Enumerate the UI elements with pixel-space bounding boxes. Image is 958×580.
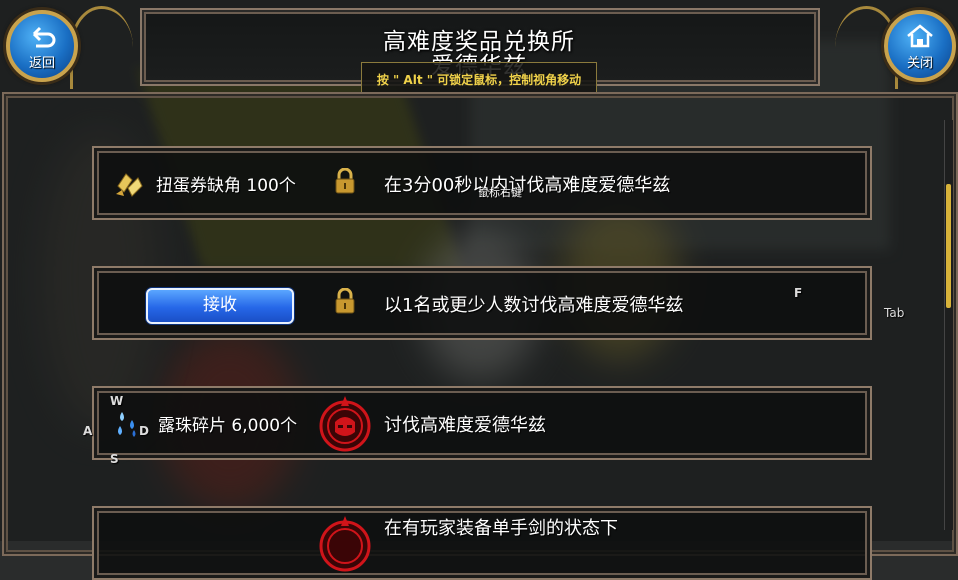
- home-icon: [888, 24, 952, 48]
- key-d-hint: D: [139, 424, 149, 438]
- reward-label: 扭蛋券缺角 100个: [156, 176, 296, 196]
- back-button[interactable]: 返回: [6, 10, 78, 82]
- boss-emblem-icon: [318, 394, 372, 452]
- reward-row-2: 接收 以1名或更少人数讨伐高难度爱德华兹: [92, 266, 872, 340]
- back-button-label: 返回: [28, 56, 55, 71]
- key-tab-hint: Tab: [884, 306, 905, 320]
- scrollbar-track[interactable]: [944, 120, 953, 530]
- reward-row-3: 露珠碎片 6,000个 讨伐高难度爱德华兹: [92, 386, 872, 460]
- scrollbar-thumb[interactable]: [946, 184, 951, 308]
- mouse-right-hint: 鼠标右键: [478, 186, 522, 199]
- alt-lock-hint: 按 " Alt " 可锁定鼠标，控制视角移动: [361, 62, 597, 96]
- capsule-ticket-icon: [112, 166, 146, 200]
- key-s-hint: S: [110, 452, 119, 466]
- reward-row-4: 在有玩家装备单手剑的状态下: [92, 506, 872, 580]
- condition-text: 以1名或更少人数讨伐高难度爱德华兹: [384, 295, 684, 316]
- close-button[interactable]: 关闭: [884, 10, 956, 82]
- close-button-label: 关闭: [906, 56, 933, 71]
- lock-icon: [334, 167, 356, 194]
- condition-text: 在有玩家装备单手剑的状态下: [384, 518, 618, 539]
- corner-ornament-left: [70, 6, 133, 89]
- key-f-hint: F: [794, 286, 803, 300]
- condition-text: 讨伐高难度爱德华兹: [384, 415, 546, 436]
- accept-button[interactable]: 接收: [146, 288, 294, 324]
- boss-emblem-icon: [318, 514, 372, 572]
- reward-row-1: 扭蛋券缺角 100个 在3分00秒以内讨伐高难度爱德华兹: [92, 146, 872, 220]
- condition-text: 在3分00秒以内讨伐高难度爱德华兹: [384, 175, 671, 196]
- key-w-hint: W: [110, 394, 124, 408]
- key-a-hint: A: [83, 424, 93, 438]
- back-arrow-icon: [10, 24, 74, 48]
- reward-label: 露珠碎片 6,000个: [158, 416, 298, 436]
- lock-icon: [334, 287, 356, 314]
